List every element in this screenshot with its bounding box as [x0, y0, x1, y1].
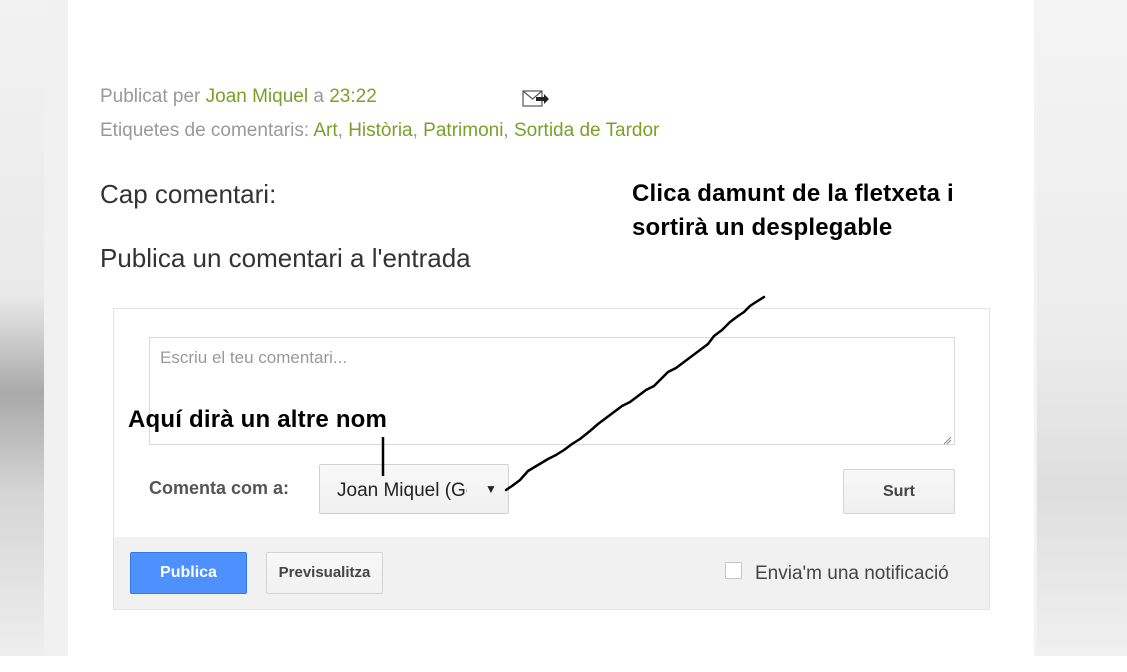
comment-count-heading: Cap comentari: [100, 179, 277, 209]
bottom-strip [0, 656, 1127, 672]
post-author-line: Publicat per Joan Miquel a 23:22 [100, 86, 377, 108]
label-link-sortida-de-tardor[interactable]: Sortida de Tardor [514, 120, 659, 141]
annotation-name-hint: Aquí dirà un altre nom [128, 406, 388, 433]
publish-button[interactable]: Publica [130, 552, 247, 594]
annotation-dropdown-hint-line2: sortirà un desplegable [632, 214, 893, 241]
comment-placeholder: Escriu el teu comentari... [160, 348, 348, 367]
author-link[interactable]: Joan Miquel [206, 86, 308, 107]
email-post-icon[interactable] [522, 89, 550, 109]
notify-checkbox[interactable] [725, 562, 742, 579]
label-link-patrimoni[interactable]: Patrimoni [423, 120, 503, 141]
label-link-historia[interactable]: Història [348, 120, 412, 141]
post-time-link[interactable]: 23:22 [329, 86, 377, 107]
page-background-left [0, 0, 44, 656]
page-margin-left [44, 0, 68, 656]
label-link-art[interactable]: Art [313, 120, 337, 141]
page-background-right [1037, 0, 1127, 656]
post-comment-heading: Publica un comentari a l'entrada [100, 243, 471, 273]
at-label: a [313, 86, 324, 107]
published-by-label: Publicat per [100, 86, 201, 107]
labels-prefix: Etiquetes de comentaris: [100, 120, 310, 141]
sign-out-button[interactable]: Surt [843, 469, 955, 514]
preview-button[interactable]: Previsualitza [266, 552, 383, 594]
caret-down-icon[interactable]: ▼ [485, 482, 497, 496]
resize-handle-icon[interactable] [942, 432, 952, 445]
comment-as-label: Comenta com a: [149, 478, 290, 498]
identity-select[interactable]: Joan Miquel (Google) ▼ [319, 464, 509, 514]
identity-value: Joan Miquel (Google) [337, 480, 467, 501]
annotation-dropdown-hint-line1: Clica damunt de la fletxeta i [632, 180, 954, 207]
post-labels-line: Etiquetes de comentaris: Art, Història, … [100, 120, 660, 141]
notify-label: Envia'm una notificació [755, 563, 949, 584]
